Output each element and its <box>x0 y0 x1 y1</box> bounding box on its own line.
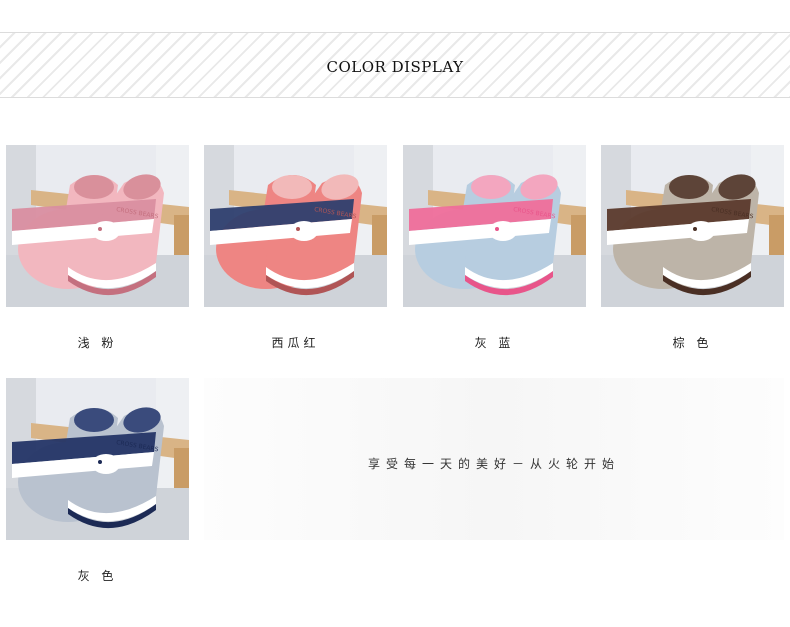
product-image-brown: CROSS BEARS <box>601 145 784 307</box>
slipper-illustration: CROSS BEARS <box>601 145 784 307</box>
slogan-panel: 享受每一天的美好－从火轮开始 <box>204 378 784 540</box>
section-title: COLOR DISPLAY <box>326 58 464 76</box>
product-image-gray: CROSS BEARS <box>6 378 189 540</box>
product-image-watermelon-red: CROSS BEARS <box>204 145 387 307</box>
section-banner: COLOR DISPLAY <box>0 32 790 98</box>
slipper-illustration: CROSS BEARS <box>403 145 586 307</box>
slipper-illustration: CROSS BEARS <box>6 145 189 307</box>
product-caption-brown: 棕 色 <box>672 336 713 350</box>
product-image-light-pink: CROSS BEARS <box>6 145 189 307</box>
product-image-gray-blue: CROSS BEARS <box>403 145 586 307</box>
slogan-text: 享受每一天的美好－从火轮开始 <box>367 457 620 471</box>
product-caption-watermelon-red: 西瓜红 <box>271 336 320 350</box>
slipper-illustration: CROSS BEARS <box>6 378 189 540</box>
product-caption-gray: 灰 色 <box>77 569 118 583</box>
product-caption-gray-blue: 灰 蓝 <box>474 336 515 350</box>
product-caption-light-pink: 浅 粉 <box>77 336 118 350</box>
slipper-illustration: CROSS BEARS <box>204 145 387 307</box>
